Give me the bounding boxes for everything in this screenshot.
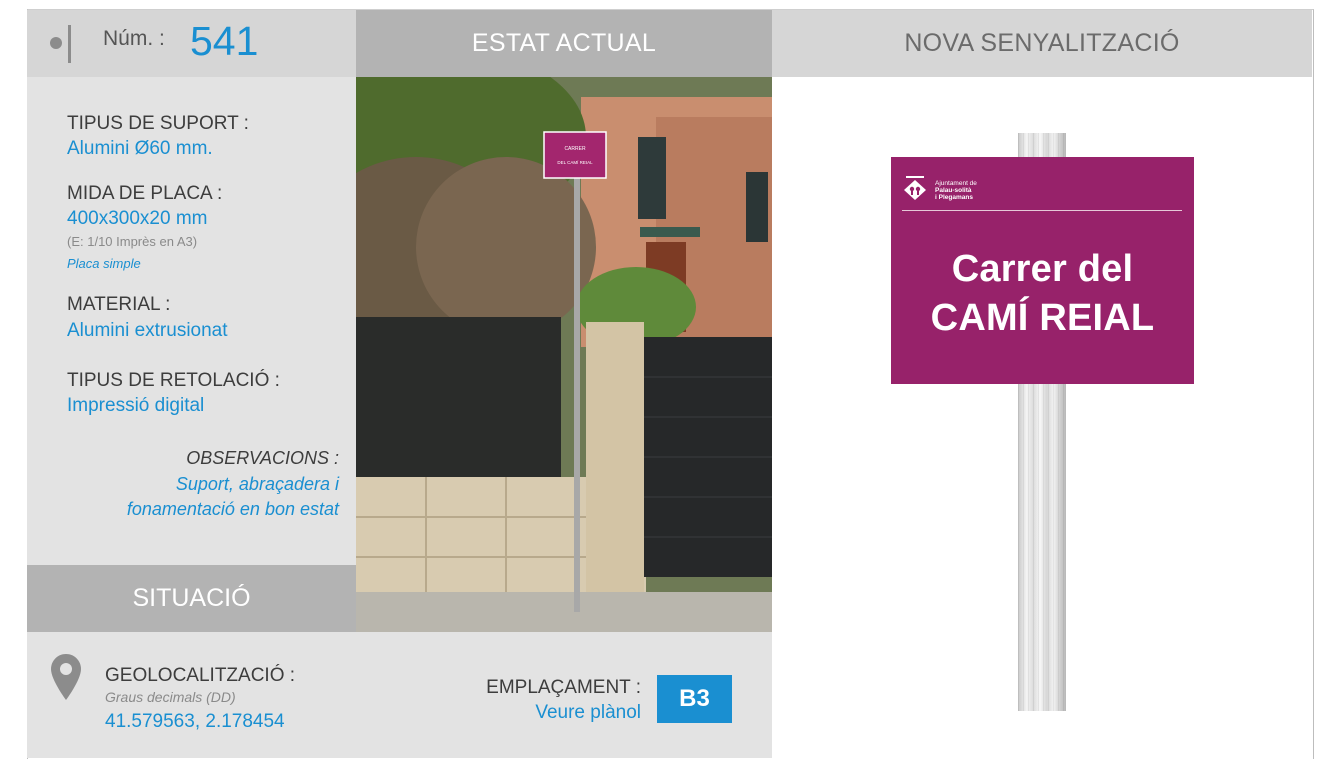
street-photo-illustration: CARRER DEL CAMÍ REIAL bbox=[356, 77, 772, 632]
logo-line3: i Plegamans bbox=[935, 194, 973, 201]
observacions-label: OBSERVACIONS : bbox=[186, 448, 339, 468]
logo-line1: Ajuntament de bbox=[935, 180, 977, 187]
sign-text-line1: Carrer del bbox=[951, 248, 1134, 290]
situacio-title: SITUACIÓ bbox=[132, 584, 251, 612]
nova-senyalitzacio-header: NOVA SENYALITZACIÓ bbox=[772, 10, 1312, 77]
bullet-dot-icon bbox=[50, 37, 62, 49]
emplacament-code: B3 bbox=[679, 685, 710, 712]
mida-label: MIDA DE PLACA : bbox=[67, 183, 223, 204]
estat-actual-title: ESTAT ACTUAL bbox=[471, 29, 657, 57]
material-value: Alumini extrusionat bbox=[67, 320, 228, 341]
retolacio-label: TIPUS DE RETOLACIÓ : bbox=[67, 370, 280, 391]
sign-divider bbox=[902, 210, 1182, 211]
material-label: MATERIAL : bbox=[67, 294, 171, 315]
observacions-line1: Suport, abraçadera i bbox=[175, 474, 339, 494]
geo-format: Graus decimals (DD) bbox=[105, 689, 236, 705]
suport-value: Alumini Ø60 mm. bbox=[67, 138, 213, 159]
mida-note: Placa simple bbox=[67, 256, 141, 271]
geo-coordinates: 41.579563, 2.178454 bbox=[105, 711, 285, 732]
number-label: Núm. : bbox=[103, 27, 165, 50]
observacions-line2: fonamentació en bon estat bbox=[126, 499, 339, 519]
sign-text: Carrer del CAMÍ REIAL bbox=[891, 245, 1194, 343]
nova-senyalitzacio-title: NOVA SENYALITZACIÓ bbox=[904, 29, 1180, 57]
emplacament-label: EMPLAÇAMENT : bbox=[486, 677, 641, 698]
mida-scale: (E: 1/10 Imprès en A3) bbox=[67, 234, 198, 249]
ajuntament-logo-text: Ajuntament de Palau-solità i Plegamans bbox=[935, 180, 977, 201]
situacio-header: SITUACIÓ bbox=[27, 565, 356, 632]
photo-sign-line2: DEL CAMÍ REIAL bbox=[557, 159, 593, 165]
estat-actual-header: ESTAT ACTUAL bbox=[356, 10, 772, 77]
suport-label: TIPUS DE SUPORT : bbox=[67, 113, 249, 134]
number-value: 541 bbox=[190, 18, 259, 64]
photo-sign-line1: CARRER bbox=[564, 146, 586, 152]
ajuntament-logo-icon bbox=[904, 176, 926, 200]
veure-planol-link[interactable]: Veure plànol bbox=[535, 702, 641, 724]
retolacio-value: Impressió digital bbox=[67, 395, 205, 416]
location-pin-icon bbox=[51, 654, 81, 700]
mida-value: 400x300x20 mm bbox=[67, 208, 208, 229]
estat-actual-photo: CARRER DEL CAMÍ REIAL bbox=[356, 77, 772, 632]
emplacament-code-badge: B3 bbox=[657, 675, 732, 723]
geolocalitzacio-label: GEOLOCALITZACIÓ : bbox=[105, 665, 296, 686]
sign-text-line2: CAMÍ REIAL bbox=[930, 297, 1155, 339]
logo-line2: Palau-solità bbox=[935, 187, 972, 194]
bullet-bar-icon bbox=[68, 25, 71, 63]
